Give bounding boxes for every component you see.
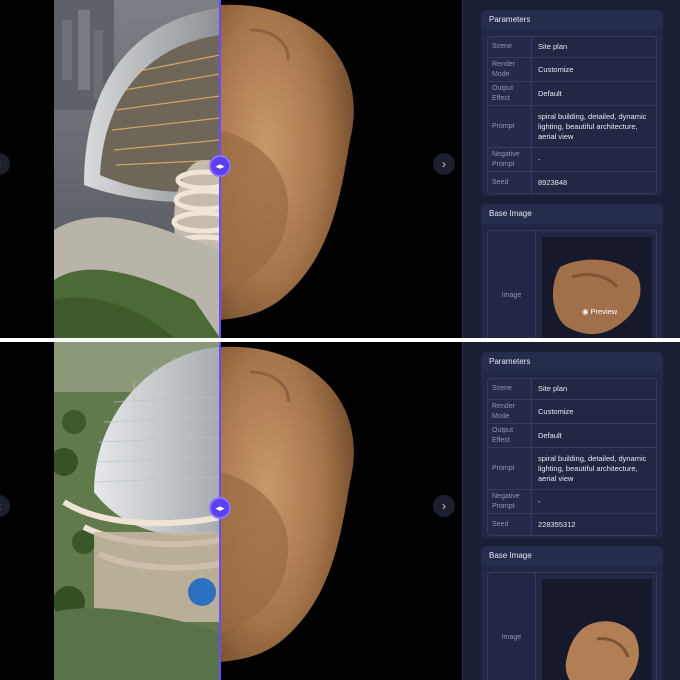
details-sidebar: Parameters Scene Site plan Render Mode C… xyxy=(462,0,680,338)
param-row-scene: Scene Site plan xyxy=(488,379,656,400)
param-value: Customize xyxy=(538,64,574,74)
param-value: Default xyxy=(538,88,562,98)
param-row-negative-prompt: Negative Prompt - xyxy=(488,148,656,172)
param-row-scene: Scene Site plan xyxy=(488,37,656,58)
base-image-key: Image xyxy=(488,231,536,338)
details-sidebar: Parameters Scene Site plan Render Mode C… xyxy=(462,342,680,680)
param-key: Scene xyxy=(488,379,532,399)
image-compare-viewer[interactable]: ◂▸ ‹ › xyxy=(0,342,462,680)
param-row-seed: Seed 8923848 xyxy=(488,172,656,193)
param-row-prompt: Prompt spiral building, detailed, dynami… xyxy=(488,106,656,148)
param-key: Prompt xyxy=(488,106,532,147)
param-key: Scene xyxy=(488,37,532,57)
chevron-left-icon[interactable]: ‹ xyxy=(0,495,10,517)
param-value: Default xyxy=(538,430,562,440)
param-row-seed: Seed 228355312 xyxy=(488,514,656,535)
compare-handle-icon[interactable]: ◂▸ xyxy=(209,155,231,177)
preview-button[interactable]: ◉ Preview xyxy=(582,307,617,316)
param-key: Negative Prompt xyxy=(488,148,532,171)
base-image-thumbnail[interactable]: ◉ Preview xyxy=(542,237,652,338)
param-value: Customize xyxy=(538,406,574,416)
comparison-page: ◂▸ ‹ › Parameters Scene Site plan Render… xyxy=(0,0,680,680)
result-panel-1: ◂▸ ‹ › Parameters Scene Site plan Render… xyxy=(0,0,680,338)
chevron-right-icon[interactable]: › xyxy=(433,495,455,517)
param-value: 228355312 xyxy=(538,519,576,529)
base-image-key: Image xyxy=(488,573,536,680)
eye-icon: ◉ xyxy=(582,307,589,316)
param-row-render-mode: Render Mode Customize xyxy=(488,400,656,424)
param-value: 8923848 xyxy=(538,177,568,187)
param-value: - xyxy=(538,496,541,506)
param-row-render-mode: Render Mode Customize xyxy=(488,58,656,82)
param-value: spiral building, detailed, dynamic light… xyxy=(538,111,647,141)
param-value: spiral building, detailed, dynamic light… xyxy=(538,453,647,483)
base-image-card: Base Image Image xyxy=(481,546,663,680)
param-value: Site plan xyxy=(538,384,568,393)
param-row-negative-prompt: Negative Prompt - xyxy=(488,490,656,514)
param-key: Negative Prompt xyxy=(488,490,532,513)
base-image-box: Image xyxy=(487,572,657,680)
param-row-prompt: Prompt spiral building, detailed, dynami… xyxy=(488,448,656,490)
chevron-left-icon[interactable]: ‹ xyxy=(0,153,10,175)
parameters-table: Scene Site plan Render Mode Customize Ou… xyxy=(487,36,657,194)
parameters-table: Scene Site plan Render Mode Customize Ou… xyxy=(487,378,657,536)
param-value: Site plan xyxy=(538,42,568,51)
param-key: Seed xyxy=(488,172,532,193)
param-key: Seed xyxy=(488,514,532,535)
base-image-title: Base Image xyxy=(481,204,663,224)
base-image-card: Base Image Image ◉ Preview xyxy=(481,204,663,338)
param-key: Render Mode xyxy=(488,58,532,81)
image-compare-viewer[interactable]: ◂▸ ‹ › xyxy=(0,0,462,338)
parameters-card: Parameters Scene Site plan Render Mode C… xyxy=(481,352,663,538)
param-key: Render Mode xyxy=(488,400,532,423)
base-image-box: Image ◉ Preview xyxy=(487,230,657,338)
render-result-image xyxy=(54,342,220,680)
base-image-sculpture xyxy=(220,0,462,338)
base-image-sculpture xyxy=(220,342,462,680)
result-panel-2: ◂▸ ‹ › Parameters Scene Site plan Render… xyxy=(0,342,680,680)
render-result-image xyxy=(54,0,220,338)
base-image-thumbnail[interactable] xyxy=(542,579,652,680)
param-value: - xyxy=(538,154,541,164)
parameters-title: Parameters xyxy=(481,352,663,372)
preview-label: Preview xyxy=(590,307,618,316)
param-key: Output Effect xyxy=(488,424,532,447)
parameters-card: Parameters Scene Site plan Render Mode C… xyxy=(481,10,663,196)
base-image-title: Base Image xyxy=(481,546,663,566)
param-row-output-effect: Output Effect Default xyxy=(488,82,656,106)
param-key: Prompt xyxy=(488,448,532,489)
param-key: Output Effect xyxy=(488,82,532,105)
chevron-right-icon[interactable]: › xyxy=(433,153,455,175)
param-row-output-effect: Output Effect Default xyxy=(488,424,656,448)
parameters-title: Parameters xyxy=(481,10,663,30)
compare-handle-icon[interactable]: ◂▸ xyxy=(209,497,231,519)
